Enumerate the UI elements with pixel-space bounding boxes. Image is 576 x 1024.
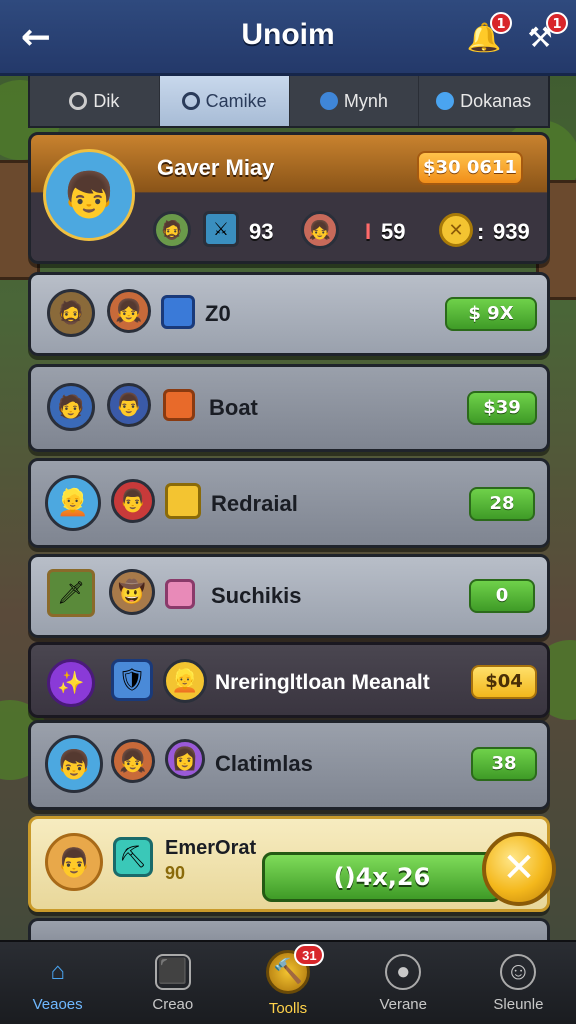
- row-value-button[interactable]: 0: [469, 579, 535, 613]
- row-label: Clatimlas: [215, 751, 313, 776]
- hero-stat-3-prefix: :: [477, 219, 485, 244]
- blue-orb-icon: [436, 92, 455, 110]
- avatar: 🧔: [47, 289, 95, 337]
- row-label: Boat: [209, 395, 258, 420]
- avatar: 👧: [111, 739, 155, 783]
- nav-label: Creao: [152, 995, 194, 1013]
- row-label: Z0: [205, 301, 231, 326]
- avatar: 👨: [107, 383, 151, 427]
- box-icon: ⬛: [154, 953, 191, 990]
- avatar: 👩: [165, 739, 205, 779]
- avatar: 👦: [45, 735, 103, 793]
- nav-sleunle[interactable]: ☺ Sleunle: [461, 942, 576, 1024]
- list-item[interactable]: 👦 👧 👩 Clatimlas 38: [28, 720, 550, 810]
- avatar: 👱: [45, 475, 101, 531]
- row-value-button[interactable]: $04: [471, 665, 537, 699]
- nav-veaoes[interactable]: ⌂ Veaoes: [0, 942, 115, 1024]
- potion-icon: [165, 579, 195, 609]
- globe-icon: [319, 92, 338, 110]
- list-item[interactable]: 🧑 👨 Boat $39: [28, 364, 550, 452]
- gem-icon: [161, 295, 195, 329]
- row-sub-value: 90: [165, 863, 186, 883]
- claim-button[interactable]: ()4x,26: [262, 852, 502, 902]
- axe-icon: ⛏: [113, 837, 153, 877]
- controller-icon: ●: [385, 953, 422, 990]
- hero-avatar: 👦: [43, 149, 135, 241]
- sword-card-icon: 🗡: [47, 569, 95, 617]
- hero-reward[interactable]: $30 0611: [417, 151, 523, 185]
- house-icon: ⌂: [50, 957, 65, 985]
- notification-badge: 1: [490, 12, 512, 34]
- avatar: 👱: [163, 659, 207, 703]
- avatar: 👧: [107, 289, 151, 333]
- hero-stat-3: 939: [493, 219, 530, 244]
- list-item[interactable]: 🗡 🤠 Suchikis 0: [28, 554, 550, 638]
- tab-camike[interactable]: Camike: [159, 76, 290, 126]
- nav-badge: 31: [294, 944, 325, 966]
- mini-avatar: 👧: [301, 211, 339, 249]
- nav-label: Veaoes: [32, 995, 83, 1013]
- notifications-button[interactable]: 🔔 1: [464, 12, 512, 58]
- coin-icon: ✕: [439, 213, 473, 247]
- list-item[interactable]: ✨ 🛡 👱 Nreringltloan Meanalt $04: [28, 642, 550, 718]
- row-value-button[interactable]: 28: [469, 487, 535, 521]
- nav-label: Sleunle: [493, 995, 544, 1013]
- magic-icon: ✨: [47, 659, 95, 707]
- chest-icon: [165, 483, 201, 519]
- nav-toolls[interactable]: 🔨 Toolls 31: [230, 942, 345, 1024]
- row-label: Suchikis: [211, 583, 302, 608]
- tab-dik[interactable]: Dik: [30, 76, 160, 126]
- hero-stat-1: 93: [249, 219, 274, 244]
- list-item[interactable]: 🧔 👧 Z0 $ 9X: [28, 272, 550, 356]
- nav-verane[interactable]: ● Verane: [346, 942, 461, 1024]
- circle-icon: [69, 92, 88, 110]
- avatar: 👨: [111, 479, 155, 523]
- nav-label: Toolls: [268, 999, 308, 1017]
- mini-avatar: 🧔: [153, 211, 191, 249]
- row-label: Nreringltloan Meanalt: [215, 671, 430, 694]
- avatar: 🤠: [109, 569, 155, 615]
- avatar: 👨: [45, 833, 103, 891]
- sword-icon: ⚔: [203, 211, 239, 247]
- tab-label: Dik: [93, 90, 120, 111]
- crystal-icon: [163, 389, 195, 421]
- nav-creao[interactable]: ⬛ Creao: [115, 942, 230, 1024]
- avatar: 🧑: [47, 383, 95, 431]
- bottom-nav: ⌂ Veaoes ⬛ Creao 🔨 Toolls 31 ● Verane ☺ …: [0, 940, 576, 1024]
- tab-label: Mynh: [343, 90, 388, 111]
- tab-dokanas[interactable]: Dokanas: [419, 76, 548, 126]
- row-label: EmerOrat: [165, 837, 257, 859]
- settings-button[interactable]: ⚒ 1: [520, 12, 568, 58]
- hero-name: Gaver Miay: [157, 155, 275, 180]
- top-bar: ← Unoim 🔔 1 ⚒ 1: [0, 0, 576, 76]
- row-value-button[interactable]: $39: [467, 391, 537, 425]
- pin-icon: [181, 92, 200, 110]
- tab-mynh[interactable]: Mynh: [290, 76, 420, 126]
- tab-label: Camike: [205, 90, 267, 111]
- hero-stat-2: 59: [381, 219, 406, 244]
- tab-label: Dokanas: [460, 90, 532, 111]
- x-coin-icon[interactable]: ✕: [482, 832, 556, 906]
- row-value-button[interactable]: 38: [471, 747, 537, 781]
- tab-bar: Dik Camike Mynh Dokanas: [28, 76, 550, 128]
- hero-face-icon: 👦: [61, 170, 117, 221]
- row-value-button[interactable]: $ 9X: [445, 297, 537, 331]
- settings-badge: 1: [546, 12, 568, 34]
- list-item[interactable]: 👱 👨 Redraial 28: [28, 458, 550, 548]
- shield-icon: 🛡: [111, 659, 153, 701]
- person-icon: ☺: [500, 953, 537, 990]
- row-label: Redraial: [211, 491, 298, 516]
- hero-card[interactable]: 👦 Gaver Miay $30 0611 🧔 ⚔ 93 👧 I 59 ✕ : …: [28, 132, 550, 264]
- nav-label: Verane: [379, 995, 427, 1013]
- hero-stat-2-prefix: I: [365, 219, 372, 244]
